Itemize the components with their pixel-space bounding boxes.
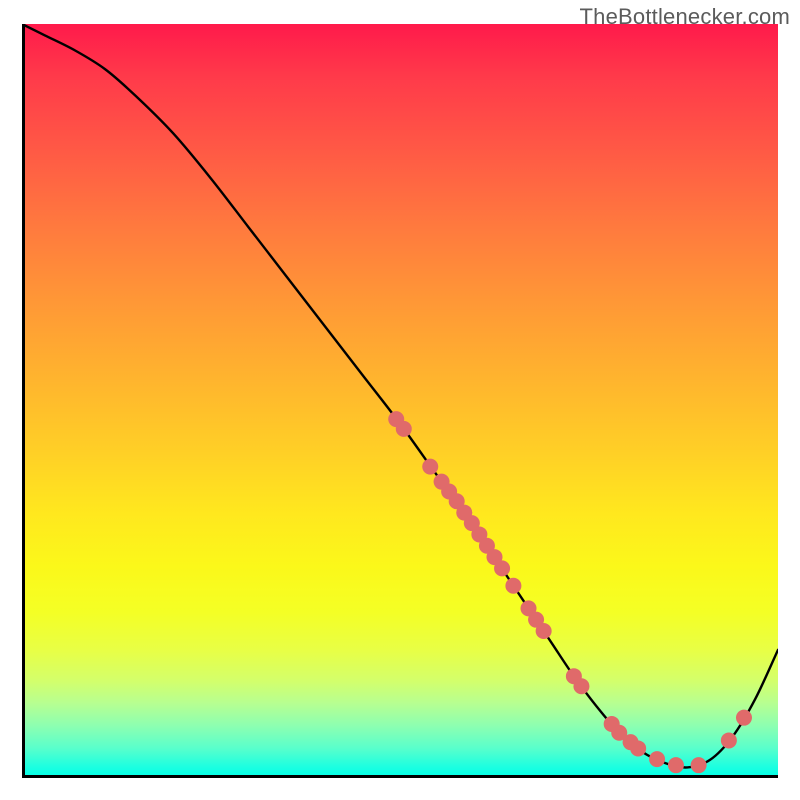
data-marker <box>721 732 737 748</box>
watermark-label: TheBottlenecker.com <box>580 4 790 30</box>
data-marker <box>396 421 412 437</box>
data-marker <box>630 740 646 756</box>
data-marker <box>505 578 521 594</box>
data-marker <box>649 751 665 767</box>
data-marker <box>536 623 552 639</box>
chart-container: TheBottlenecker.com <box>0 0 800 800</box>
data-marker <box>668 757 684 773</box>
data-marker <box>736 710 752 726</box>
data-marker <box>422 459 438 475</box>
chart-svg <box>22 24 778 778</box>
marker-layer <box>388 411 752 773</box>
plot-area <box>22 24 778 778</box>
bottleneck-curve-path <box>22 24 778 768</box>
data-marker <box>573 678 589 694</box>
data-marker <box>691 757 707 773</box>
data-marker <box>494 560 510 576</box>
